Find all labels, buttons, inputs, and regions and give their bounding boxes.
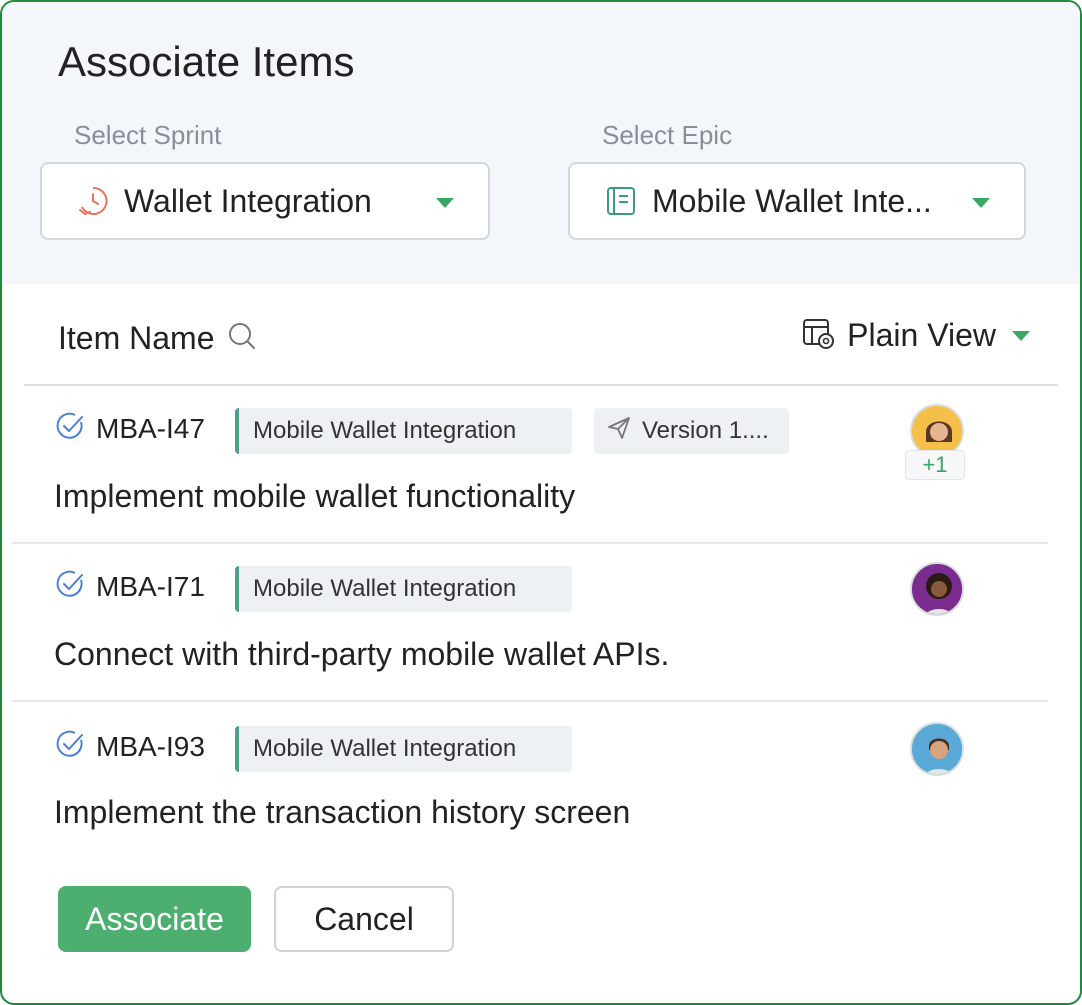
epic-value: Mobile Wallet Inte... (652, 182, 932, 219)
epic-tag: Mobile Wallet Integration (235, 566, 572, 612)
epic-book-icon (604, 184, 638, 218)
item-id: MBA-I71 (54, 568, 205, 605)
item-title[interactable]: Implement the transaction history screen (54, 794, 630, 831)
sprint-clock-icon (76, 184, 110, 218)
chevron-down-icon (436, 198, 454, 208)
list-item[interactable]: MBA-I71 Mobile Wallet Integration Connec… (12, 544, 1048, 702)
list-item[interactable]: MBA-I93 Mobile Wallet Integration Implem… (12, 702, 1048, 862)
check-circle-icon (54, 568, 86, 605)
item-id-text: MBA-I71 (96, 570, 205, 602)
release-tag: Version 1.... (594, 408, 789, 454)
item-name-column: Item Name (58, 319, 215, 356)
check-circle-icon (54, 728, 86, 765)
view-selector[interactable]: Plain View (801, 316, 1030, 355)
release-tag-text: Version 1.... (642, 417, 769, 444)
item-id: MBA-I93 (54, 728, 205, 765)
list-item[interactable]: MBA-I47 Mobile Wallet Integration Versio… (12, 386, 1048, 544)
search-icon[interactable] (226, 320, 258, 357)
epic-select[interactable]: Mobile Wallet Inte... (568, 162, 1026, 240)
view-settings-icon (801, 316, 835, 355)
cancel-button[interactable]: Cancel (274, 886, 454, 952)
extra-assignees-badge[interactable]: +1 (905, 450, 965, 480)
associate-items-dialog: Associate Items Select Sprint Wallet Int… (0, 0, 1082, 1005)
sprint-select[interactable]: Wallet Integration (40, 162, 490, 240)
item-id: MBA-I47 (54, 410, 205, 447)
epic-tag: Mobile Wallet Integration (235, 726, 572, 772)
sprint-label: Select Sprint (74, 120, 222, 150)
list-header: Item Name Plain View (58, 316, 1030, 360)
avatar[interactable] (910, 562, 964, 616)
item-id-text: MBA-I47 (96, 412, 205, 444)
associate-button[interactable]: Associate (58, 886, 251, 952)
chevron-down-icon (972, 198, 990, 208)
check-circle-icon (54, 410, 86, 447)
item-title[interactable]: Connect with third-party mobile wallet A… (54, 636, 669, 673)
item-title[interactable]: Implement mobile wallet functionality (54, 478, 575, 515)
sprint-value: Wallet Integration (124, 182, 372, 219)
send-icon (606, 415, 632, 448)
dialog-title: Associate Items (58, 38, 355, 85)
epic-tag: Mobile Wallet Integration (235, 408, 572, 454)
item-id-text: MBA-I93 (96, 730, 205, 762)
epic-label: Select Epic (602, 120, 733, 150)
chevron-down-icon (1012, 330, 1030, 341)
view-label: Plain View (847, 317, 996, 353)
avatar[interactable] (910, 722, 964, 776)
filter-panel: Associate Items Select Sprint Wallet Int… (2, 2, 1080, 284)
